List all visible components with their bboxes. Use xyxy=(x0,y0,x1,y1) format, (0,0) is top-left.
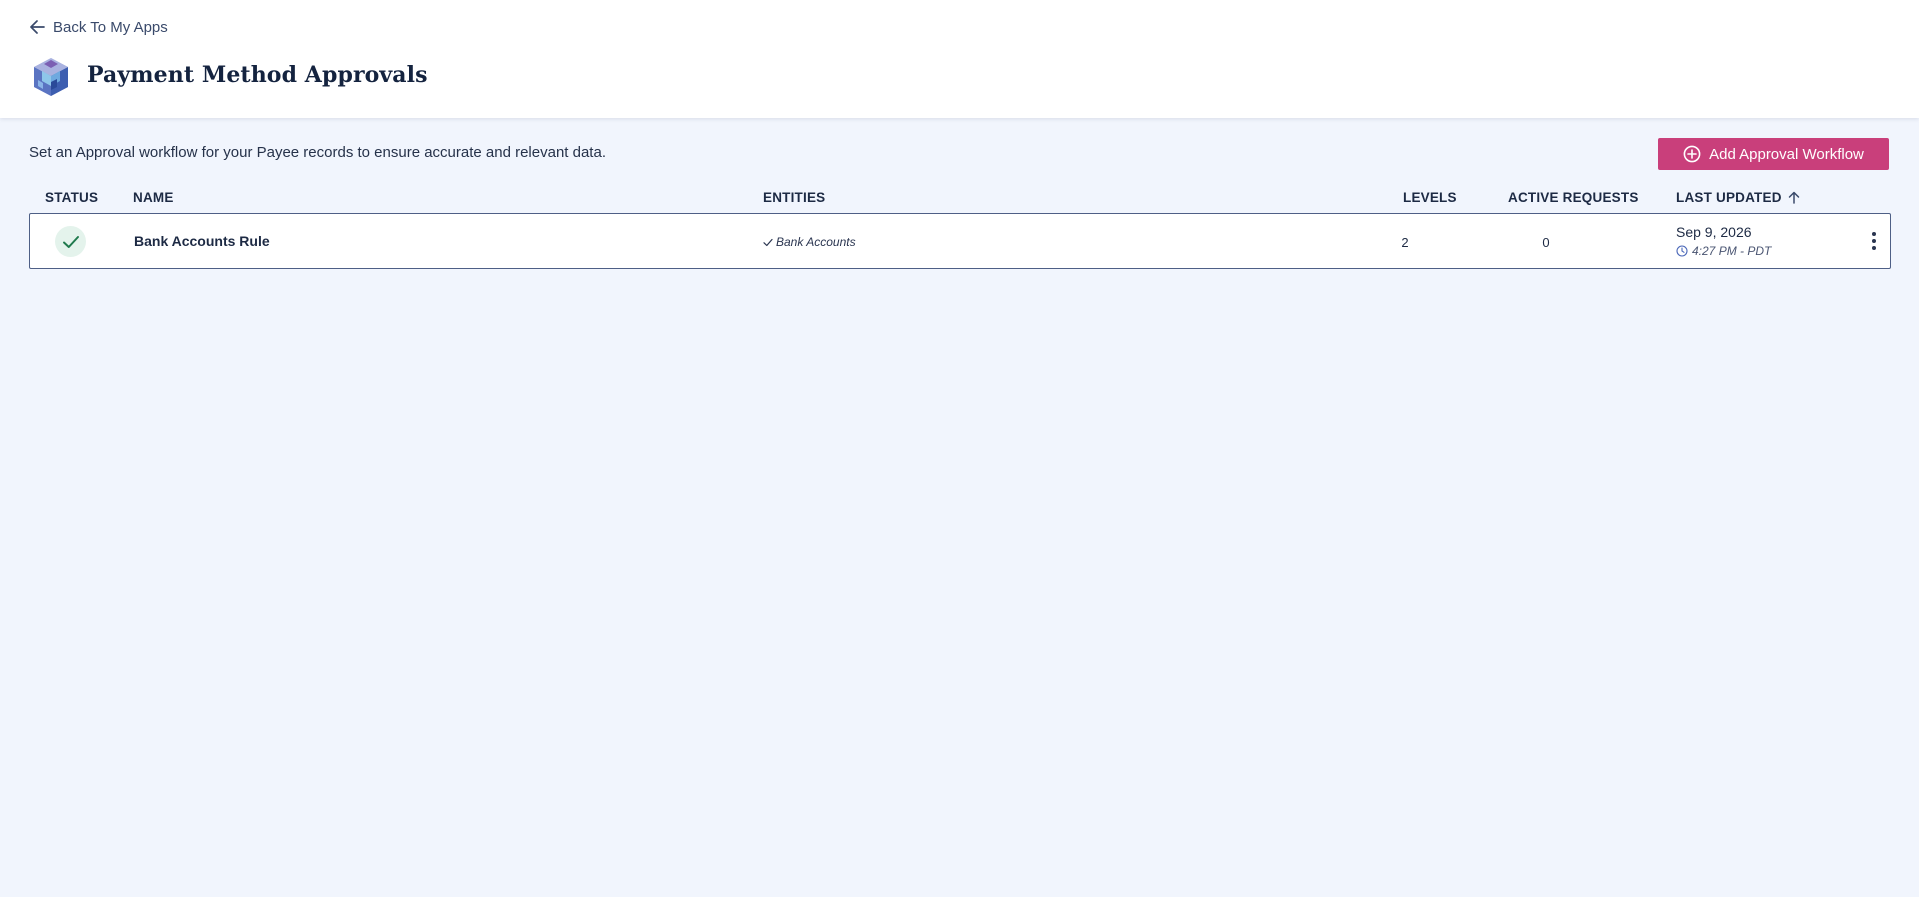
row-more-options-icon[interactable] xyxy=(1866,228,1882,254)
check-icon xyxy=(62,235,79,248)
row-last-updated-time-label: 4:27 PM - PDT xyxy=(1692,244,1772,258)
column-header-levels: LEVELS xyxy=(1403,190,1457,205)
kebab-dot xyxy=(1872,246,1876,250)
row-last-updated-date: Sep 9, 2026 xyxy=(1676,224,1752,240)
back-link-label: Back To My Apps xyxy=(53,18,168,36)
column-header-status: STATUS xyxy=(45,190,99,205)
small-check-icon xyxy=(763,238,773,246)
column-header-entities: ENTITIES xyxy=(763,190,826,205)
column-header-active-requests: ACTIVE REQUESTS xyxy=(1508,190,1639,205)
kebab-dot xyxy=(1872,239,1876,243)
row-levels: 2 xyxy=(1401,235,1409,250)
kebab-dot xyxy=(1872,232,1876,236)
add-approval-workflow-label: Add Approval Workflow xyxy=(1709,145,1864,163)
row-active-requests: 0 xyxy=(1542,235,1550,250)
status-active-badge xyxy=(55,226,86,257)
back-to-apps-link[interactable]: Back To My Apps xyxy=(30,16,168,38)
page-header: Back To My Apps Payment Method Approvals xyxy=(0,0,1919,118)
entity-tag: Bank Accounts xyxy=(763,235,856,249)
sort-arrow-up-icon xyxy=(1788,191,1799,204)
plus-circle-icon xyxy=(1683,145,1701,163)
cube-logo-icon xyxy=(34,58,68,96)
page-description: Set an Approval workflow for your Payee … xyxy=(29,144,606,161)
page-title: Payment Method Approvals xyxy=(87,62,428,88)
clock-icon xyxy=(1676,245,1688,257)
arrow-left-icon xyxy=(30,20,45,34)
row-last-updated-time: 4:27 PM - PDT xyxy=(1676,244,1771,258)
column-header-last-updated-label: LAST UPDATED xyxy=(1676,190,1782,205)
column-header-last-updated[interactable]: LAST UPDATED xyxy=(1676,190,1800,205)
entity-label: Bank Accounts xyxy=(776,235,856,249)
column-header-name: NAME xyxy=(133,190,174,205)
table-row[interactable]: Bank Accounts Rule Bank Accounts 2 0 Sep… xyxy=(29,213,1891,269)
add-approval-workflow-button[interactable]: Add Approval Workflow xyxy=(1658,138,1889,170)
row-name: Bank Accounts Rule xyxy=(134,233,270,249)
